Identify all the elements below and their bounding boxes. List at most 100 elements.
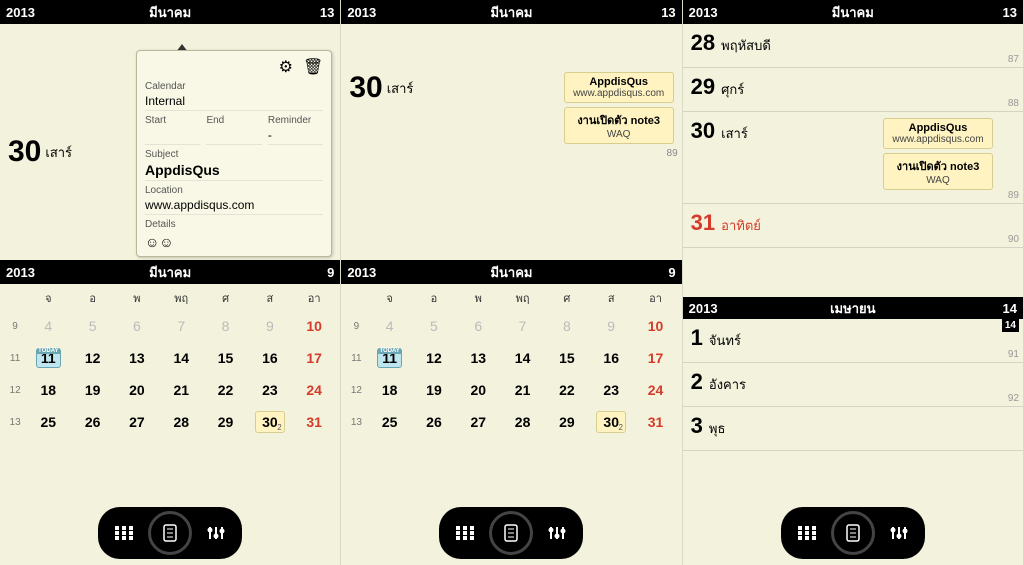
- day-cell[interactable]: 9: [589, 318, 633, 334]
- day-cell[interactable]: 29: [203, 414, 247, 430]
- agenda-day-number: 28: [691, 30, 715, 56]
- day-cell[interactable]: 4: [367, 318, 411, 334]
- day-cell[interactable]: 5: [412, 318, 456, 334]
- day-cell[interactable]: 18: [26, 382, 70, 398]
- day-cell[interactable]: 25: [367, 414, 411, 430]
- day-cell[interactable]: 28: [500, 414, 544, 430]
- nav-list-icon[interactable]: [489, 511, 533, 555]
- day-cell[interactable]: 10: [633, 318, 677, 334]
- header-month: มีนาคม: [149, 2, 191, 23]
- day-cell[interactable]: 18: [367, 382, 411, 398]
- nav-list-icon[interactable]: [148, 511, 192, 555]
- day-cell[interactable]: 20: [115, 382, 159, 398]
- day-cell[interactable]: 302: [589, 411, 633, 433]
- nav-settings-icon[interactable]: [879, 519, 919, 547]
- day-cell[interactable]: 5: [70, 318, 114, 334]
- day-cell[interactable]: 22: [545, 382, 589, 398]
- day-cell[interactable]: 27: [115, 414, 159, 430]
- dow-label: พ: [456, 286, 500, 310]
- month-header-bar: 2013 มีนาคม 9: [0, 260, 340, 284]
- day-cell[interactable]: 14: [500, 350, 544, 366]
- event-chip[interactable]: AppdisQuswww.appdisqus.com: [883, 118, 993, 149]
- nav-settings-icon[interactable]: [537, 519, 577, 547]
- week-row: 11TODAY11121314151617: [345, 342, 677, 374]
- agenda-row[interactable]: 3พุธ: [683, 407, 1023, 451]
- agenda-row[interactable]: 29ศุกร์88: [683, 68, 1023, 112]
- bottom-nav: [439, 507, 583, 559]
- day-cell[interactable]: 7: [159, 318, 203, 334]
- day-cell[interactable]: 31: [292, 414, 336, 430]
- focus-day-number: 30: [349, 71, 382, 105]
- dow-label: ศ: [545, 286, 589, 310]
- day-cell[interactable]: 7: [500, 318, 544, 334]
- day-cell[interactable]: 6: [456, 318, 500, 334]
- day-cell[interactable]: 26: [70, 414, 114, 430]
- day-cell[interactable]: 31: [633, 414, 677, 430]
- nav-grid-icon[interactable]: [787, 519, 827, 547]
- day-cell[interactable]: 22: [203, 382, 247, 398]
- day-cell[interactable]: 10: [292, 318, 336, 334]
- agenda-row[interactable]: 1จันทร์91: [683, 319, 1023, 363]
- day-cell[interactable]: 27: [456, 414, 500, 430]
- day-cell[interactable]: 19: [70, 382, 114, 398]
- day-cell[interactable]: TODAY11: [367, 348, 411, 368]
- day-cell[interactable]: 19: [412, 382, 456, 398]
- day-cell[interactable]: 28: [159, 414, 203, 430]
- nav-grid-icon[interactable]: [104, 519, 144, 547]
- day-cell[interactable]: 23: [589, 382, 633, 398]
- week-number: 12: [4, 385, 26, 396]
- dow-label: [4, 286, 26, 310]
- agenda-row[interactable]: 30เสาร์AppdisQuswww.appdisqus.comงานเปิด…: [683, 112, 1023, 204]
- header-bar: 2013 มีนาคม 13: [0, 0, 340, 24]
- day-cell[interactable]: TODAY11: [26, 348, 70, 368]
- day-cell[interactable]: 12: [412, 350, 456, 366]
- header-year: 2013: [6, 5, 35, 20]
- trash-icon[interactable]: 🗑: [303, 57, 323, 77]
- day-cell[interactable]: 21: [159, 382, 203, 398]
- day-cell[interactable]: 24: [292, 382, 336, 398]
- day-cell[interactable]: 20: [456, 382, 500, 398]
- day-cell[interactable]: 13: [456, 350, 500, 366]
- day-cell[interactable]: 4: [26, 318, 70, 334]
- nav-list-icon[interactable]: [831, 511, 875, 555]
- day-cell[interactable]: 16: [589, 350, 633, 366]
- day-cell[interactable]: 8: [545, 318, 589, 334]
- day-cell[interactable]: 17: [633, 350, 677, 366]
- dow-label: อา: [292, 286, 336, 310]
- day-cell[interactable]: 302: [248, 411, 292, 433]
- day-cell[interactable]: 26: [412, 414, 456, 430]
- dow-label: จ: [367, 286, 411, 310]
- month-header-day: 9: [327, 265, 334, 280]
- day-cell[interactable]: 16: [248, 350, 292, 366]
- event-chip[interactable]: งานเปิดตัว note3WAQ: [883, 153, 993, 190]
- event-chip[interactable]: AppdisQus www.appdisqus.com: [564, 72, 674, 103]
- week-number: 90: [1008, 234, 1019, 245]
- day-cell[interactable]: 8: [203, 318, 247, 334]
- day-cell[interactable]: 29: [545, 414, 589, 430]
- day-cell[interactable]: 21: [500, 382, 544, 398]
- month-header-year: 2013: [6, 265, 35, 280]
- day-cell[interactable]: 15: [545, 350, 589, 366]
- agenda-row[interactable]: 31อาทิตย์90: [683, 204, 1023, 248]
- day-cell[interactable]: 15: [203, 350, 247, 366]
- week-number: 13: [345, 417, 367, 428]
- day-cell[interactable]: 6: [115, 318, 159, 334]
- event-chip[interactable]: งานเปิดตัว note3 WAQ: [564, 107, 674, 144]
- nav-settings-icon[interactable]: [196, 519, 236, 547]
- agenda-day-number: 1: [691, 325, 703, 351]
- agenda-row[interactable]: 2อังคาร92: [683, 363, 1023, 407]
- day-cell[interactable]: 9: [248, 318, 292, 334]
- day-cell[interactable]: 13: [115, 350, 159, 366]
- nav-grid-icon[interactable]: [445, 519, 485, 547]
- day-cell[interactable]: 17: [292, 350, 336, 366]
- gear-icon[interactable]: ⚙: [279, 57, 293, 77]
- week-number: 89: [667, 148, 678, 159]
- dow-label: อ: [412, 286, 456, 310]
- day-cell[interactable]: 24: [633, 382, 677, 398]
- agenda-row[interactable]: 28พฤหัสบดี87: [683, 24, 1023, 68]
- day-cell[interactable]: 25: [26, 414, 70, 430]
- day-cell[interactable]: 14: [159, 350, 203, 366]
- day-cell[interactable]: 12: [70, 350, 114, 366]
- day-cell[interactable]: 23: [248, 382, 292, 398]
- subject-label: Subject: [145, 149, 323, 160]
